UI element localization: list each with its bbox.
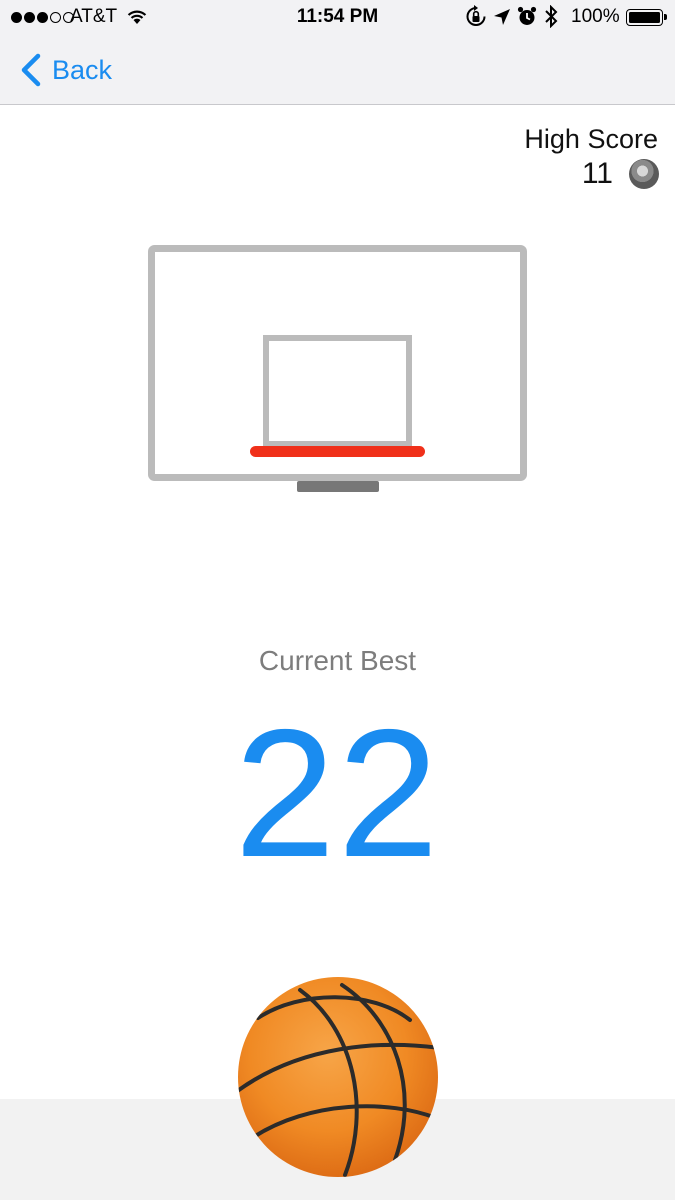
basketball[interactable] <box>0 0 675 1200</box>
